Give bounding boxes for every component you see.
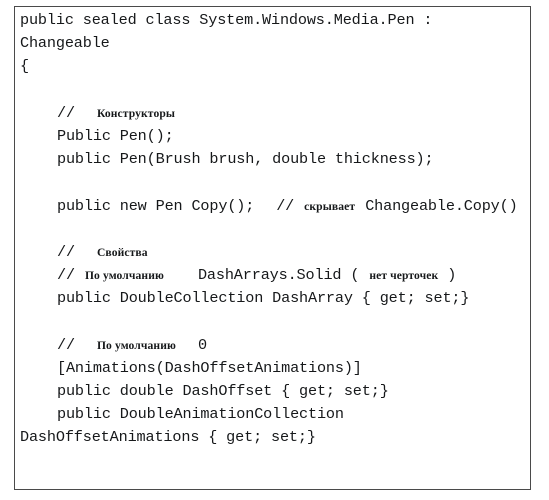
- code-line: DashOffsetAnimations { get; set;}: [20, 426, 528, 449]
- code-line: // По умолчанию 0: [20, 334, 528, 357]
- code-line: // По умолчанию DashArrays.Solid ( нет черт…: [20, 264, 528, 287]
- code-line: public Pen(Brush brush, double thickness…: [20, 148, 528, 171]
- code-statement: public Pen(Brush brush, double thickness…: [57, 150, 434, 169]
- comment-tail: 0: [197, 335, 207, 354]
- code-line: public double DashOffset { get; set;}: [20, 380, 528, 403]
- code-line: public new Pen Copy(); // скрывает Changeab…: [20, 195, 528, 218]
- comment-text-ru: Свойства: [96, 245, 148, 259]
- code-line: Public Pen();: [20, 125, 528, 148]
- comment-slashes: //: [276, 196, 295, 215]
- comment-tail: DashArrays.Solid (: [197, 266, 360, 285]
- comment-slashes: //: [57, 266, 75, 285]
- code-line: public DoubleCollection DashArray { get;…: [20, 287, 528, 310]
- page-root: public sealed class System.Windows.Media…: [0, 0, 549, 500]
- comment-text-ru: нет черточек: [369, 269, 439, 283]
- code-statement: DashOffsetAnimations { get; set;}: [20, 428, 316, 447]
- code-line: public DoubleAnimationCollection: [20, 403, 528, 426]
- comment-tail: Changeable.Copy(): [365, 196, 518, 215]
- code-statement: Public Pen();: [57, 126, 174, 145]
- code-listing-box: public sealed class System.Windows.Media…: [14, 6, 531, 500]
- code-statement: public DoubleCollection DashArray { get;…: [57, 289, 470, 308]
- code-statement: Changeable: [20, 34, 110, 53]
- comment-text-ru: По умолчанию: [96, 338, 176, 352]
- code-statement: public double DashOffset { get; set;}: [57, 382, 389, 400]
- code-line: [Animations(DashOffsetAnimations)]: [20, 357, 528, 380]
- code-statement: {: [20, 57, 29, 76]
- comment-slashes: //: [57, 242, 75, 261]
- code-listing: public sealed class System.Windows.Media…: [20, 9, 528, 500]
- code-line: Changeable: [20, 32, 528, 55]
- code-statement: public DoubleAnimationCollection: [57, 405, 344, 424]
- comment-text-ru: скрывает: [304, 199, 356, 213]
- comment-tail: ): [438, 266, 457, 285]
- code-statement: [Animations(DashOffsetAnimations)]: [57, 358, 362, 377]
- comment-slashes: //: [57, 335, 75, 354]
- code-line: //По умолчаниюFlat: [20, 496, 528, 500]
- code-statement: public sealed class System.Windows.Media…: [20, 11, 433, 29]
- code-line: {: [20, 55, 528, 78]
- code-statement: public new Pen Copy();: [57, 196, 255, 215]
- code-line: public sealed class System.Windows.Media…: [20, 9, 528, 32]
- code-line: // Конструкторы: [20, 102, 528, 125]
- comment-text-ru: По умолчанию: [84, 269, 164, 283]
- comment-text-ru: Конструкторы: [96, 106, 176, 120]
- code-line: // Свойства: [20, 241, 528, 264]
- comment-slashes: //: [57, 103, 75, 122]
